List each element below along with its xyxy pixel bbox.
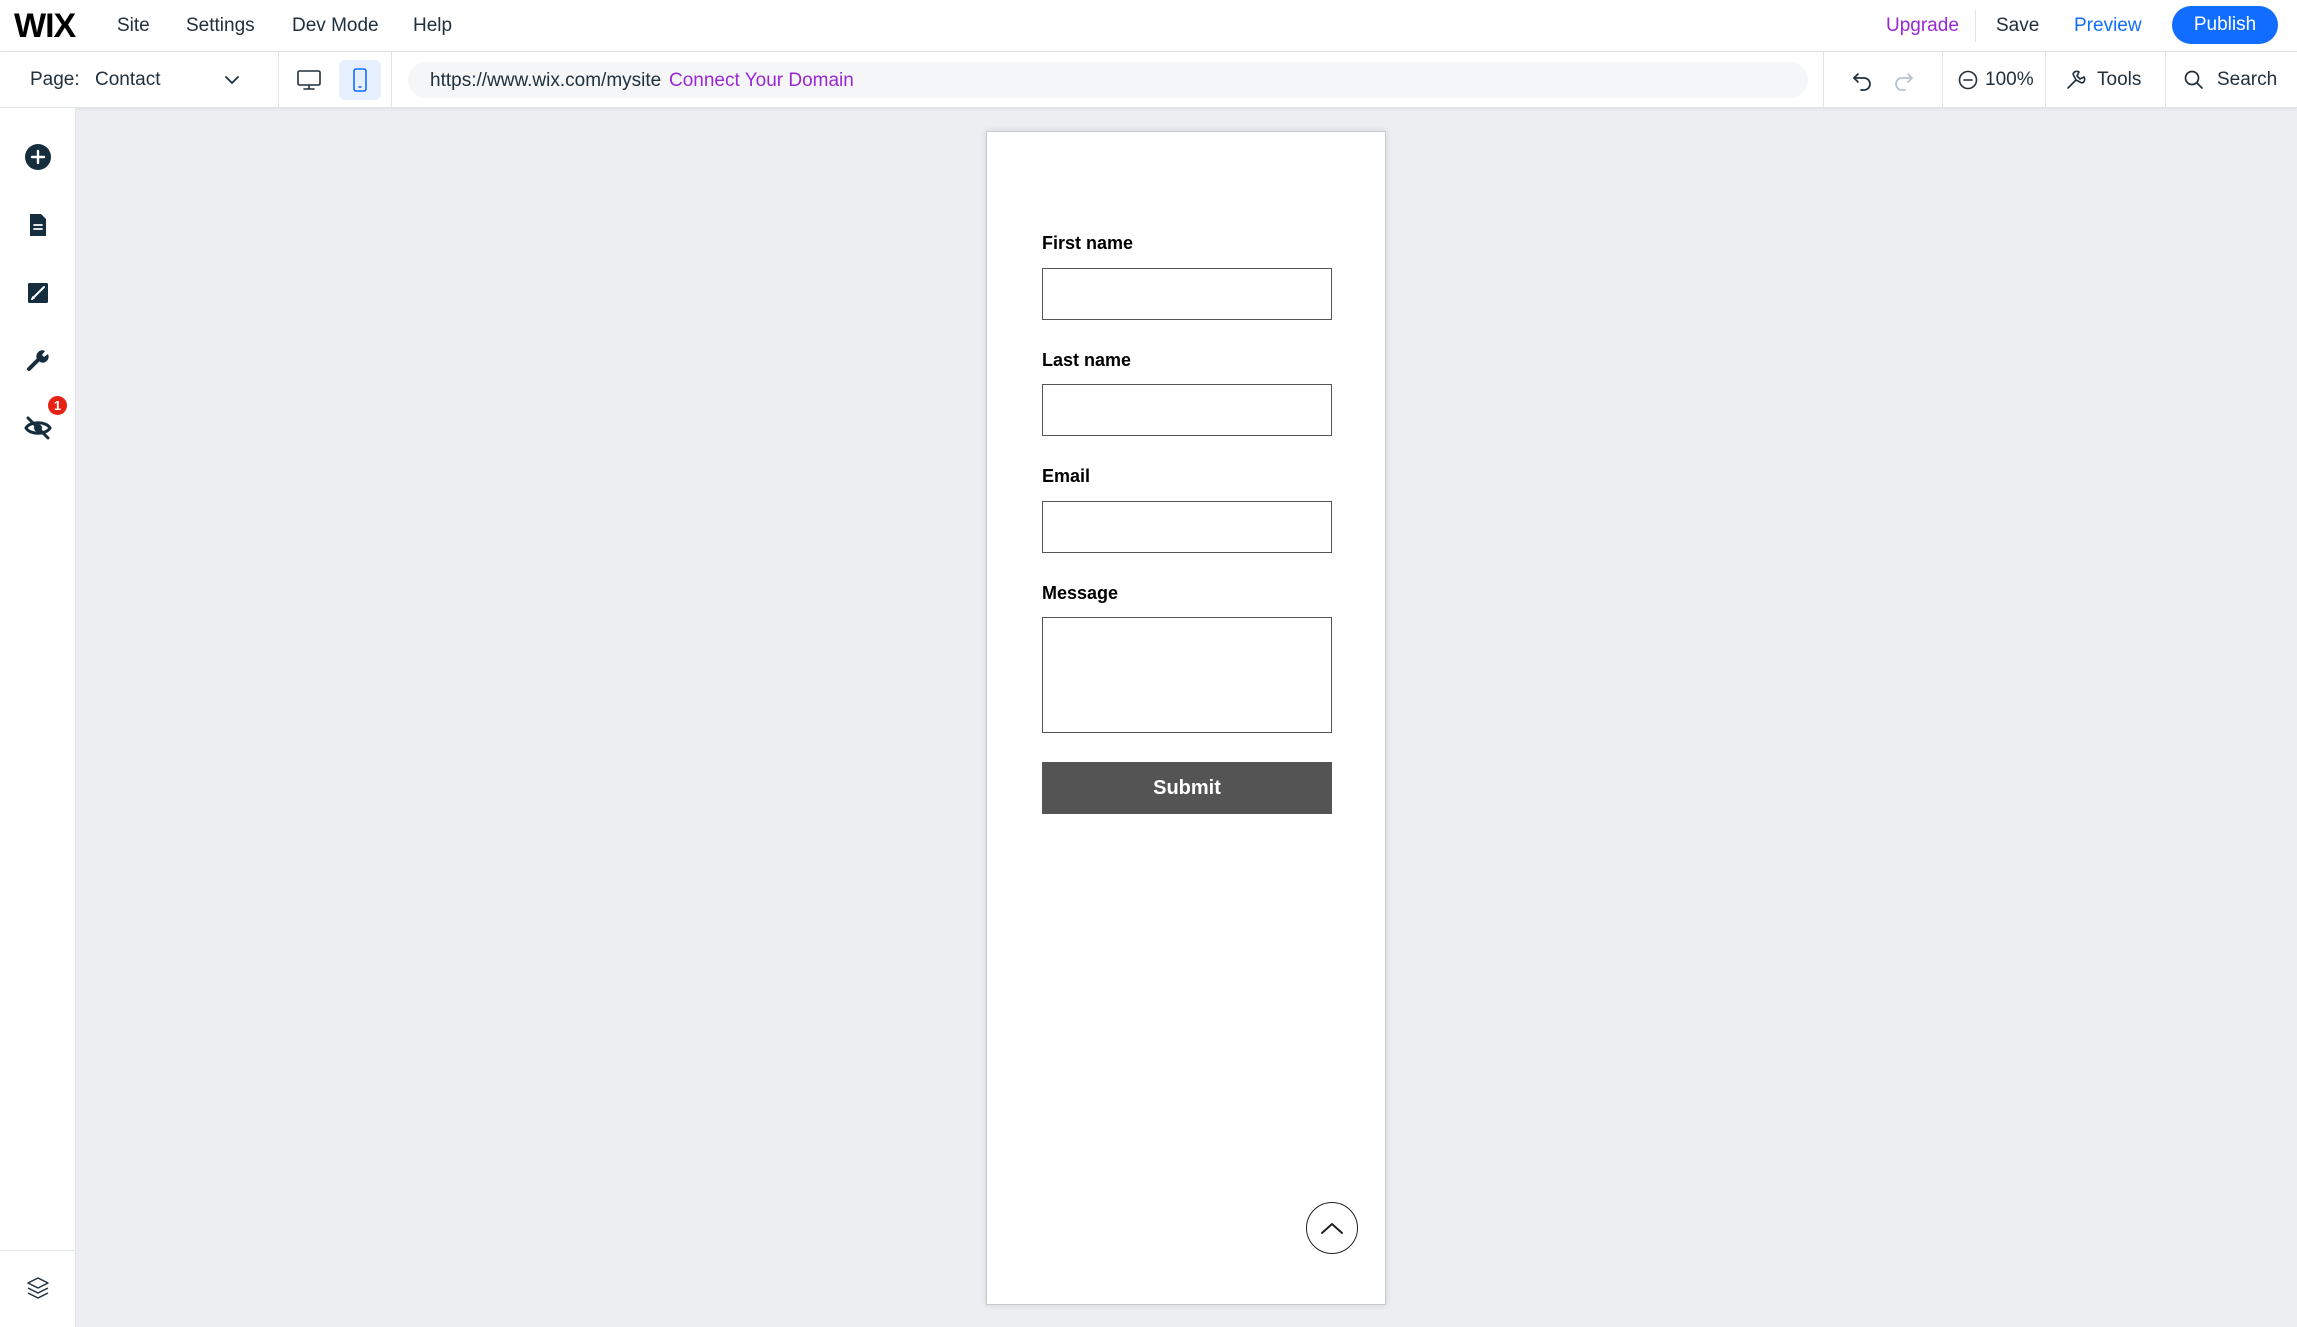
add-elements-button[interactable] xyxy=(18,137,58,177)
search-button[interactable]: Search xyxy=(2183,66,2277,94)
undo-button[interactable] xyxy=(1848,66,1876,94)
message-label: Message xyxy=(1042,583,1119,603)
divider xyxy=(2165,52,2166,108)
menu-dev-mode[interactable]: Dev Mode xyxy=(292,15,379,37)
search-label: Search xyxy=(2217,69,2278,90)
divider xyxy=(0,1250,76,1251)
mobile-icon xyxy=(353,68,367,92)
preview-button[interactable]: Preview xyxy=(2074,15,2142,37)
layers-button[interactable] xyxy=(18,1268,58,1308)
tools-button[interactable]: Tools xyxy=(2065,66,2141,94)
zoom-level: 100% xyxy=(1985,69,2034,90)
redo-button[interactable] xyxy=(1890,66,1918,94)
tools-icon xyxy=(2067,70,2086,89)
mobile-view-button[interactable] xyxy=(339,60,381,100)
divider xyxy=(278,52,279,108)
add-icon xyxy=(25,144,51,170)
design-icon xyxy=(28,283,48,303)
undo-icon xyxy=(1853,73,1871,91)
business-tools-button[interactable] xyxy=(18,340,58,380)
top-menu-bar: WIX Site Settings Dev Mode Help Upgrade … xyxy=(0,0,2297,52)
divider xyxy=(1942,52,1943,108)
tools-label: Tools xyxy=(2097,69,2142,90)
last-name-field[interactable] xyxy=(1042,384,1332,436)
save-button[interactable]: Save xyxy=(1996,15,2039,37)
url-bar: https://www.wix.com/mysite Connect Your … xyxy=(408,62,1808,98)
pages-menu-button[interactable] xyxy=(18,205,58,245)
wix-logo[interactable]: WIX xyxy=(14,7,76,46)
layers-icon xyxy=(27,1277,49,1299)
site-design-button[interactable] xyxy=(18,273,58,313)
tools-wrench-icon xyxy=(27,350,49,371)
first-name-field[interactable] xyxy=(1042,268,1332,320)
editor-toolbar: Page: Contact https://www.wix.com/mysite… xyxy=(0,52,2297,108)
hidden-elements-icon xyxy=(24,416,52,440)
left-sidebar: 1 xyxy=(0,108,76,1327)
email-label: Email xyxy=(1042,466,1091,486)
upgrade-link[interactable]: Upgrade xyxy=(1886,15,1959,37)
submit-button[interactable]: Submit xyxy=(1042,762,1332,814)
zoom-out-icon xyxy=(1958,70,1978,90)
menu-site[interactable]: Site xyxy=(117,15,150,37)
divider xyxy=(391,52,392,108)
desktop-view-button[interactable] xyxy=(288,60,330,100)
publish-button[interactable]: Publish xyxy=(2172,6,2278,44)
hidden-elements-button[interactable] xyxy=(18,408,58,448)
divider xyxy=(2045,52,2046,108)
chevron-down-icon[interactable] xyxy=(222,70,242,90)
menu-help[interactable]: Help xyxy=(413,15,452,37)
notification-badge: 1 xyxy=(48,396,67,415)
page-label: Page: xyxy=(30,69,80,90)
redo-icon xyxy=(1895,73,1913,91)
site-url: https://www.wix.com/mysite xyxy=(430,70,662,91)
divider xyxy=(1975,10,1976,42)
search-icon xyxy=(2184,70,2203,89)
chevron-up-icon xyxy=(1321,1223,1343,1234)
first-name-label: First name xyxy=(1042,233,1134,253)
last-name-label: Last name xyxy=(1042,350,1132,370)
back-to-top-button[interactable] xyxy=(1306,1202,1358,1254)
pages-icon xyxy=(30,214,46,236)
page-select-value[interactable]: Contact xyxy=(95,69,160,91)
mobile-page-canvas: First name Last name Email Message Submi… xyxy=(986,131,1386,1305)
message-field[interactable] xyxy=(1042,617,1332,733)
menu-settings[interactable]: Settings xyxy=(186,15,255,37)
email-field[interactable] xyxy=(1042,501,1332,553)
zoom-control[interactable]: 100% xyxy=(1957,66,2034,94)
divider xyxy=(1823,52,1824,108)
desktop-icon xyxy=(297,70,321,90)
connect-domain-link[interactable]: Connect Your Domain xyxy=(669,70,854,92)
